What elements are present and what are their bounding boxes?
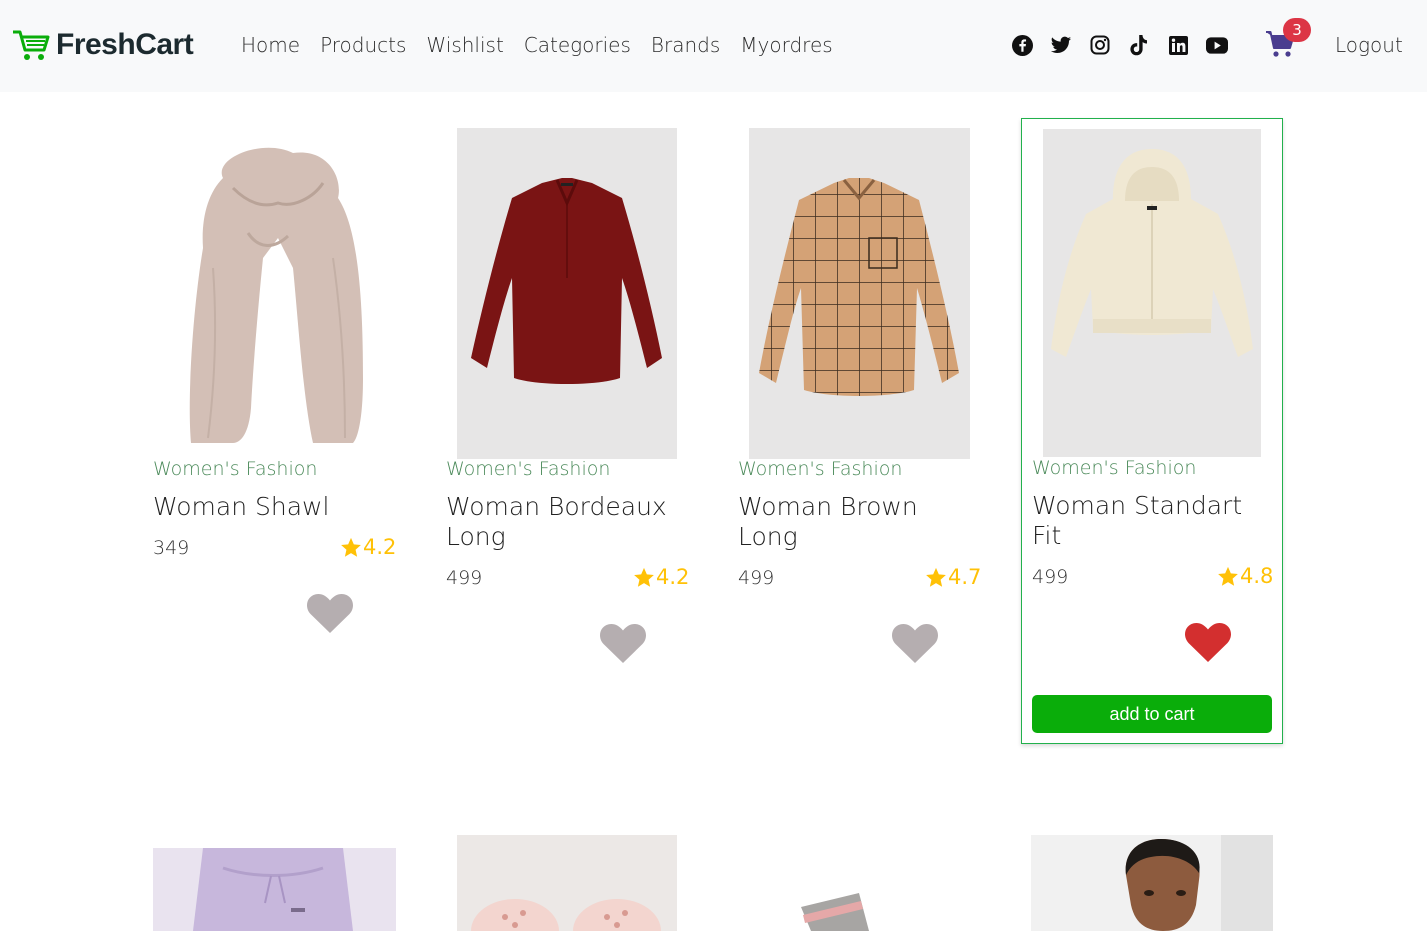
- product-image[interactable]: [749, 835, 970, 931]
- brand-name: FreshCart: [56, 28, 194, 61]
- tiktok-icon[interactable]: [1128, 34, 1150, 56]
- instagram-icon[interactable]: [1089, 34, 1111, 56]
- twitter-icon[interactable]: [1050, 34, 1072, 56]
- product-price: 499: [1032, 566, 1069, 588]
- star-icon: [634, 567, 654, 587]
- star-icon: [926, 567, 946, 587]
- rating-value: 4.7: [948, 565, 982, 589]
- nav-brands[interactable]: Brands: [651, 33, 720, 57]
- product-card-hovered[interactable]: Women's Fashion Woman Standart Fit 499 4…: [1021, 118, 1283, 744]
- rating-value: 4.2: [363, 535, 397, 559]
- product-card[interactable]: Women's Fashion Woman Shawl 349 4.2: [153, 120, 396, 640]
- product-image[interactable]: [1031, 835, 1273, 931]
- product-card[interactable]: Women's Fashion Woman Bordeaux Long 499 …: [446, 120, 689, 670]
- linkedin-icon[interactable]: [1167, 34, 1189, 56]
- navbar: FreshCart Home Products Wishlist Categor…: [0, 0, 1427, 92]
- cart-count-badge: 3: [1283, 18, 1311, 42]
- shopping-cart-logo-icon: [13, 30, 50, 60]
- nav-categories[interactable]: Categories: [524, 33, 631, 57]
- product-rating: 4.8: [1217, 564, 1273, 588]
- product-title: Woman Bordeaux Long: [446, 492, 667, 551]
- rating-value: 4.8: [1240, 564, 1274, 588]
- brand-logo[interactable]: FreshCart: [12, 28, 194, 62]
- product-rating: 4.2: [340, 535, 396, 559]
- product-title: Woman Standart Fit: [1032, 491, 1243, 550]
- star-icon: [341, 537, 361, 557]
- product-image: [457, 128, 677, 459]
- wishlist-heart-icon[interactable]: [599, 622, 647, 666]
- product-image: [153, 138, 396, 448]
- wishlist-heart-icon[interactable]: [306, 592, 354, 636]
- product-category: Women's Fashion: [1032, 457, 1197, 479]
- product-image: [749, 128, 970, 459]
- nav-myorders[interactable]: Myordres: [740, 33, 832, 57]
- add-to-cart-button[interactable]: add to cart: [1032, 695, 1272, 733]
- product-card[interactable]: Women's Fashion Woman Brown Long 499 4.7: [738, 120, 981, 670]
- product-category: Women's Fashion: [153, 458, 318, 480]
- product-category: Women's Fashion: [446, 458, 611, 480]
- product-price: 499: [738, 567, 775, 589]
- product-rating: 4.7: [925, 565, 981, 589]
- product-image: [1043, 129, 1261, 457]
- nav-links: Home Products Wishlist Categories Brands…: [241, 33, 833, 57]
- wishlist-heart-active-icon[interactable]: [1184, 621, 1232, 665]
- wishlist-heart-icon[interactable]: [891, 622, 939, 666]
- product-image[interactable]: [153, 848, 396, 931]
- product-price: 349: [153, 537, 190, 559]
- product-title: Woman Brown Long: [738, 492, 918, 551]
- facebook-icon[interactable]: [1011, 34, 1033, 56]
- product-image[interactable]: [457, 835, 677, 931]
- star-icon: [1218, 566, 1238, 586]
- nav-wishlist[interactable]: Wishlist: [426, 33, 503, 57]
- product-title: Woman Shawl: [153, 492, 330, 521]
- product-category: Women's Fashion: [738, 458, 903, 480]
- product-price: 499: [446, 567, 483, 589]
- logout-link[interactable]: Logout: [1335, 33, 1403, 57]
- youtube-icon[interactable]: [1206, 34, 1228, 56]
- rating-value: 4.2: [656, 565, 690, 589]
- social-links: [1011, 34, 1228, 56]
- product-rating: 4.2: [633, 565, 689, 589]
- nav-products[interactable]: Products: [320, 33, 406, 57]
- nav-home[interactable]: Home: [241, 33, 300, 57]
